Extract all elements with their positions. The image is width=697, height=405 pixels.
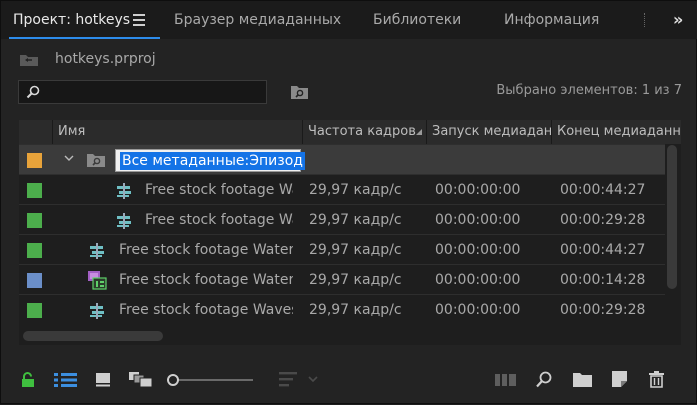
rename-selected-text: Все метаданные:Эпизод xyxy=(120,152,305,170)
item-media-end: 00:00:44:27 xyxy=(560,242,646,258)
label-color-swatch[interactable] xyxy=(27,213,42,228)
sequence-icon xyxy=(90,243,104,259)
selection-count: Выбрано элементов: 1 из 7 xyxy=(496,83,682,98)
tab-drag-handle[interactable] xyxy=(644,13,647,27)
label-color-swatch[interactable] xyxy=(27,153,42,168)
panel-menu-icon[interactable] xyxy=(133,14,145,26)
item-name[interactable]: Free stock footage Wat xyxy=(145,175,293,205)
vertical-scrollbar[interactable] xyxy=(667,145,677,289)
label-color-swatch[interactable] xyxy=(27,273,42,288)
item-name[interactable]: Free stock footage Waterfal xyxy=(119,235,293,265)
search-box[interactable] xyxy=(18,80,267,104)
trash-icon[interactable] xyxy=(649,371,664,388)
label-color-swatch[interactable] xyxy=(27,303,42,318)
sequence-icon xyxy=(90,303,104,319)
table-row[interactable]: Free stock footage Wat 29,97 кадр/с 00:0… xyxy=(19,174,665,204)
tab-libraries-label: Библиотеки xyxy=(373,12,462,28)
item-name[interactable]: Free stock footage Wav xyxy=(145,205,293,235)
column-header-media-start[interactable]: Запуск медиадан xyxy=(426,120,551,144)
item-media-end: 00:00:14:28 xyxy=(560,272,646,288)
item-media-start: 00:00:00:00 xyxy=(435,212,521,228)
zoom-slider-handle[interactable] xyxy=(167,374,179,386)
item-fps: 29,97 кадр/с xyxy=(309,302,402,318)
sequence-icon xyxy=(117,213,131,229)
tab-info[interactable]: Информация xyxy=(504,1,599,39)
table-row[interactable]: Free stock footage Waves in 29,97 кадр/с… xyxy=(19,294,665,324)
sequence-icon xyxy=(117,183,131,199)
item-media-start: 00:00:00:00 xyxy=(435,272,521,288)
item-media-end: 00:00:29:28 xyxy=(560,302,646,318)
multicam-sequence-icon xyxy=(88,271,107,290)
new-bin-icon[interactable] xyxy=(573,372,592,387)
label-color-swatch[interactable] xyxy=(27,183,42,198)
label-color-swatch[interactable] xyxy=(27,243,42,258)
sort-icons-icon[interactable] xyxy=(279,372,321,388)
column-header-fps-text: Частота кадров xyxy=(308,124,416,139)
item-fps: 29,97 кадр/с xyxy=(309,242,402,258)
icon-view-icon[interactable] xyxy=(95,373,111,387)
tab-project-label: Проект: hotkeys xyxy=(13,12,131,28)
create-search-bin-icon[interactable] xyxy=(290,84,309,100)
chevron-down-icon[interactable] xyxy=(63,152,75,164)
column-header-media-start-text: Запуск медиадан xyxy=(432,124,551,139)
bottom-toolbar xyxy=(1,357,697,405)
tab-libraries[interactable]: Библиотеки xyxy=(373,1,461,39)
tab-media-browser[interactable]: Браузер медиаданных xyxy=(174,1,341,39)
search-bin-icon xyxy=(87,154,105,167)
project-name: hotkeys.prproj xyxy=(55,51,156,67)
lock-icon[interactable] xyxy=(21,372,35,388)
zoom-slider[interactable] xyxy=(167,373,255,387)
search-input[interactable] xyxy=(45,83,264,103)
tab-overflow-icon[interactable]: » xyxy=(673,10,683,29)
item-name[interactable]: Free stock footage Waterfal xyxy=(119,265,293,295)
table-row-bin[interactable]: Все метаданные:Эпизод xyxy=(19,144,665,174)
rename-field[interactable]: Все метаданные:Эпизод xyxy=(115,149,305,172)
search-icon xyxy=(26,85,40,99)
automate-to-sequence-icon[interactable] xyxy=(495,373,517,387)
table-row[interactable]: Free stock footage Waterfal 29,97 кадр/с… xyxy=(19,234,665,264)
column-header-fps[interactable]: Частота кадров xyxy=(302,120,426,144)
column-header-media-end[interactable]: Конец медиаданн xyxy=(551,120,681,144)
project-panel: Проект: hotkeys Браузер медиаданных Библ… xyxy=(0,0,697,404)
column-header-name-text: Имя xyxy=(58,124,86,139)
table-row[interactable]: Free stock footage Wav 29,97 кадр/с 00:0… xyxy=(19,204,665,234)
active-tab-indicator xyxy=(9,37,160,39)
find-icon[interactable] xyxy=(536,371,552,388)
list-view-icon[interactable] xyxy=(54,373,78,387)
item-media-end: 00:00:44:27 xyxy=(560,182,646,198)
item-fps: 29,97 кадр/с xyxy=(309,182,402,198)
tab-bar: Проект: hotkeys Браузер медиаданных Библ… xyxy=(1,1,697,39)
tab-project[interactable]: Проект: hotkeys xyxy=(13,1,130,39)
item-fps: 29,97 кадр/с xyxy=(309,272,402,288)
item-media-start: 00:00:00:00 xyxy=(435,182,521,198)
project-items-table: Имя Частота кадров Запуск медиадан Конец… xyxy=(19,120,681,345)
table-header: Имя Частота кадров Запуск медиадан Конец… xyxy=(19,120,681,144)
item-media-start: 00:00:00:00 xyxy=(435,242,521,258)
zoom-slider-track xyxy=(177,379,253,381)
table-row[interactable]: Free stock footage Waterfal 29,97 кадр/с… xyxy=(19,264,665,294)
item-fps: 29,97 кадр/с xyxy=(309,212,402,228)
project-folder-icon[interactable] xyxy=(19,52,39,67)
horizontal-scrollbar[interactable] xyxy=(23,331,163,341)
item-name[interactable]: Free stock footage Waves in xyxy=(119,295,293,325)
column-header-media-end-text: Конец медиаданн xyxy=(557,124,681,139)
new-item-icon[interactable] xyxy=(612,371,627,387)
tab-info-label: Информация xyxy=(504,12,600,28)
freeform-view-icon[interactable] xyxy=(129,372,153,388)
column-header-label[interactable] xyxy=(19,120,52,144)
item-media-end: 00:00:29:28 xyxy=(560,212,646,228)
tab-media-browser-label: Браузер медиаданных xyxy=(174,12,342,28)
column-header-name[interactable]: Имя xyxy=(52,120,302,144)
sort-indicator-icon xyxy=(416,129,422,135)
item-media-start: 00:00:00:00 xyxy=(435,302,521,318)
